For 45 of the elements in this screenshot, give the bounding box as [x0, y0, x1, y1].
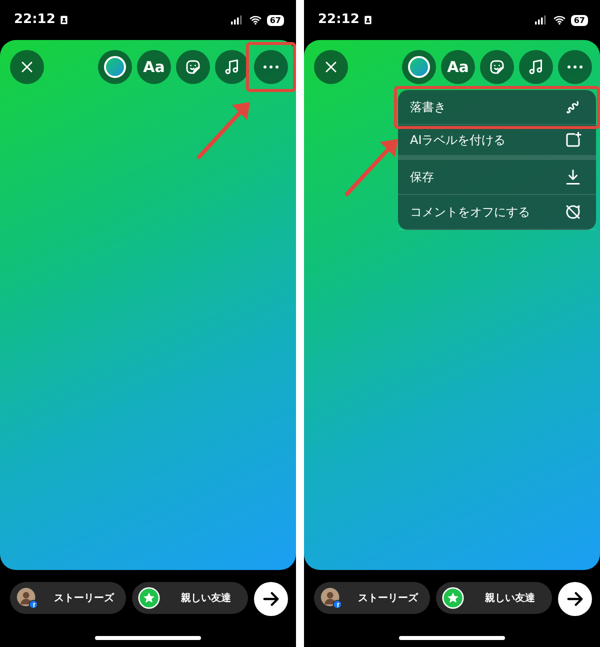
next-button[interactable] [558, 582, 592, 616]
menu-item[interactable]: コメントをオフにする [398, 195, 596, 230]
text-tool-button[interactable]: Aa [137, 50, 171, 84]
download-icon [564, 168, 582, 186]
arrow-right-icon [261, 589, 282, 609]
wifi-icon [248, 14, 263, 26]
sticker-button[interactable] [176, 50, 210, 84]
battery-indicator: 67 [570, 14, 588, 26]
color-swatch-icon [407, 55, 431, 79]
text-tool-button[interactable]: Aa [441, 50, 475, 84]
more-button[interactable] [558, 50, 592, 84]
next-button[interactable] [254, 582, 288, 616]
sticker-icon [488, 58, 506, 76]
label-add-icon [564, 131, 582, 149]
color-swatch-button[interactable] [402, 50, 436, 84]
battery-indicator: 67 [266, 14, 284, 26]
more-icon [263, 65, 279, 69]
avatar-icon [16, 587, 38, 609]
person-badge-icon [363, 14, 374, 26]
menu-item[interactable]: 落書き [398, 90, 596, 125]
story-share-button[interactable]: ストーリーズ [314, 582, 430, 614]
music-note-icon [527, 58, 545, 76]
menu-item[interactable]: AIラベルを付ける [398, 125, 596, 160]
color-swatch-button[interactable] [98, 50, 132, 84]
status-time: 22:12 [14, 11, 56, 30]
color-swatch-icon [103, 55, 127, 79]
more-button[interactable] [254, 50, 288, 84]
close-button[interactable] [314, 50, 348, 84]
more-icon [567, 65, 583, 69]
close-friends-button[interactable]: 親しい友達 [132, 582, 248, 614]
wifi-icon [552, 14, 567, 26]
comment-off-icon [564, 203, 582, 221]
sticker-button[interactable] [480, 50, 514, 84]
menu-item[interactable]: 保存 [398, 160, 596, 195]
story-share-button[interactable]: ストーリーズ [10, 582, 126, 614]
close-button[interactable] [10, 50, 44, 84]
sticker-icon [184, 58, 202, 76]
music-note-button[interactable] [215, 50, 249, 84]
status-time: 22:12 [318, 11, 360, 30]
music-note-icon [223, 58, 241, 76]
music-note-button[interactable] [519, 50, 553, 84]
avatar-icon [320, 587, 342, 609]
arrow-right-icon [565, 589, 586, 609]
close-friends-button[interactable]: 親しい友達 [436, 582, 552, 614]
person-badge-icon [59, 14, 70, 26]
